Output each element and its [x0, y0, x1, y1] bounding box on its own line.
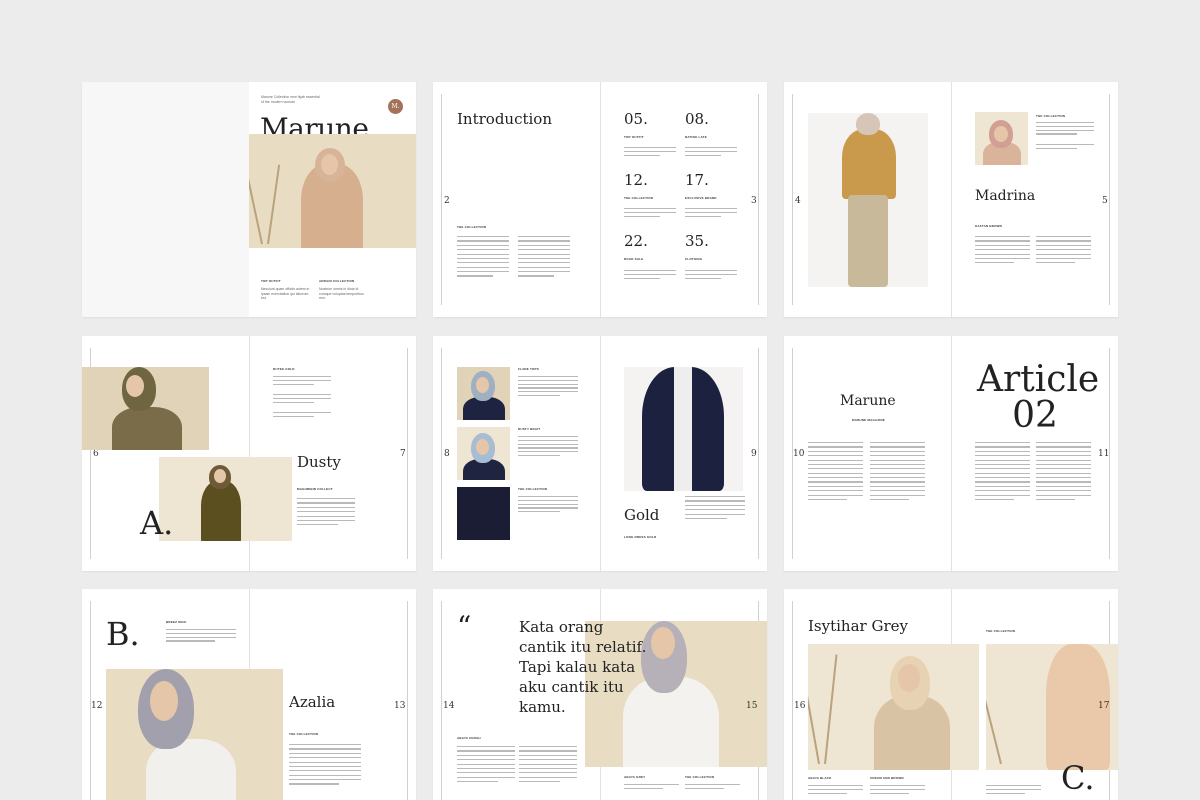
- azalia-title: Azalia: [289, 693, 336, 711]
- dusty-letter: A.: [140, 504, 174, 542]
- stat-item: 35. CLOTHING: [685, 232, 709, 261]
- isytihar-photo-left: [808, 644, 979, 770]
- gold-photo-3: [457, 487, 510, 540]
- madrina-label-top: THE COLLECTION: [1036, 114, 1066, 118]
- azalia-letter: B.: [106, 615, 140, 653]
- quote-label-left: ABAYA CERAH: [457, 736, 481, 740]
- quote-text: Kata orang cantik itu relatif. Tapi kala…: [519, 618, 647, 716]
- intro-text-col1: [457, 236, 509, 277]
- madrina-small-photo: [975, 112, 1028, 165]
- page-number-9: 9: [751, 449, 757, 459]
- gold-title: Gold: [624, 506, 660, 524]
- quote-label-right: THE COLLECTION: [685, 775, 715, 779]
- spread-azalia: 12 13 B. BREEZ MAXI Azalia THE COLLECTIO…: [82, 589, 416, 800]
- cover-text-right: Nostrum omnis in dicta id cumque volupta…: [319, 287, 364, 300]
- page-number-13: 13: [394, 701, 406, 711]
- dusty-label-mid: MAGHRIBIN COLLECT: [297, 487, 333, 491]
- isytihar-letter: C.: [1061, 759, 1095, 797]
- cover-label-left: TOP OUTFIT: [261, 279, 281, 283]
- introduction-title: Introduction: [457, 110, 552, 128]
- page-number-2: 2: [444, 196, 450, 206]
- azalia-label-top: BREEZ MAXI: [166, 620, 187, 624]
- spread-article: 10 11 Marune MARUNE MAGAZINE Article 02: [784, 336, 1118, 571]
- spread-isytihar: Isytihar Grey THE COLLECTION 16 17 ABAYA…: [784, 589, 1118, 800]
- isytihar-label-top: THE COLLECTION: [986, 629, 1016, 633]
- azalia-label-mid: THE COLLECTION: [289, 732, 319, 736]
- stat-item: 12. THE COLLECTION: [624, 171, 654, 200]
- page-number-10: 10: [793, 449, 805, 459]
- page-number-16: 16: [794, 701, 806, 711]
- page-number-11: 11: [1098, 449, 1110, 459]
- dusty-title: Dusty: [297, 453, 341, 471]
- page-number-7: 7: [400, 449, 406, 459]
- intro-text-col2: [518, 236, 570, 277]
- gold-photo-1: [457, 367, 510, 420]
- page-number-17: 17: [1098, 701, 1110, 711]
- cover-left-page: [82, 82, 249, 317]
- dusty-bottom-photo: [159, 457, 292, 541]
- stat-item: 08. RATING LATE: [685, 110, 709, 139]
- dusty-label-top: DUTEE GOLD: [273, 367, 295, 371]
- madrina-main-photo: [808, 113, 928, 287]
- stat-item: 22. ROAD SALE: [624, 232, 648, 261]
- madrina-label-mid: KAFTAN BROWN: [975, 224, 1003, 228]
- isytihar-label-right: CREAM AND BROWN: [870, 776, 904, 780]
- cover-text-left: Nesciunt quam officiis autem in ipsam ex…: [261, 287, 310, 300]
- article-subtitle: MARUNE MAGAZINE: [852, 418, 885, 422]
- page-number-5: 5: [1102, 196, 1108, 206]
- page-number-3: 3: [751, 196, 757, 206]
- page-number-15: 15: [746, 701, 758, 711]
- gold-label-1: FLARE TOPS: [518, 367, 539, 371]
- cover-photo: [249, 134, 416, 248]
- isytihar-title: Isytihar Grey: [808, 617, 908, 635]
- spread-introduction: 2 3 Introduction THE COLLECTION 05. TOP …: [433, 82, 767, 317]
- stat-item: 05. TOP OUTFIT: [624, 110, 648, 139]
- gold-label-3: THE COLLECTION: [518, 487, 548, 491]
- cover-intro-text: Marune Collection new hijab essential of…: [261, 95, 320, 104]
- page-number-8: 8: [444, 449, 450, 459]
- azalia-photo: [106, 669, 283, 800]
- article-heading: Article 02: [977, 359, 1100, 436]
- isytihar-label-left: ABAYA BLACK: [808, 776, 832, 780]
- gold-label-bottom: LONG DRESS GOLD: [624, 535, 657, 539]
- spread-quote: 14 15 “ Kata orang cantik itu relatif. T…: [433, 589, 767, 800]
- stat-item: 17. EXCLUSIVE BRAND: [685, 171, 717, 200]
- page-number-4: 4: [795, 196, 801, 206]
- spread-dusty: 6 7 A. DUTEE GOLD Dusty MAGHRIBIN COLLEC…: [82, 336, 416, 571]
- madrina-title: Madrina: [975, 188, 1036, 204]
- quote-label-mid: ABAYA GREY: [624, 775, 646, 779]
- gold-photo-2: [457, 427, 510, 480]
- spread-cover: Marune Collection new hijab essential of…: [82, 82, 416, 317]
- intro-collection-label: THE COLLECTION: [457, 225, 487, 229]
- quote-mark: “: [457, 610, 472, 643]
- dusty-top-photo: [82, 367, 209, 450]
- cover-label-right: ARDANI COLLECTION: [319, 279, 355, 283]
- page-number-12: 12: [91, 701, 103, 711]
- spread-gold: 8 9 FLARE TOPS DUSTY BRAIT THE COLLECTIO…: [433, 336, 767, 571]
- page-number-14: 14: [443, 701, 455, 711]
- spread-madrina: 4 5 THE COLLECTION Madrina KAFTAN BROWN: [784, 82, 1118, 317]
- gold-label-2: DUSTY BRAIT: [518, 427, 541, 431]
- brand-logo-badge: M.: [388, 99, 403, 114]
- page-number-6: 6: [93, 449, 99, 459]
- article-marune-title: Marune: [840, 393, 896, 409]
- cover-right-page: Marune Collection new hijab essential of…: [249, 82, 416, 317]
- gold-main-photo: [624, 367, 743, 491]
